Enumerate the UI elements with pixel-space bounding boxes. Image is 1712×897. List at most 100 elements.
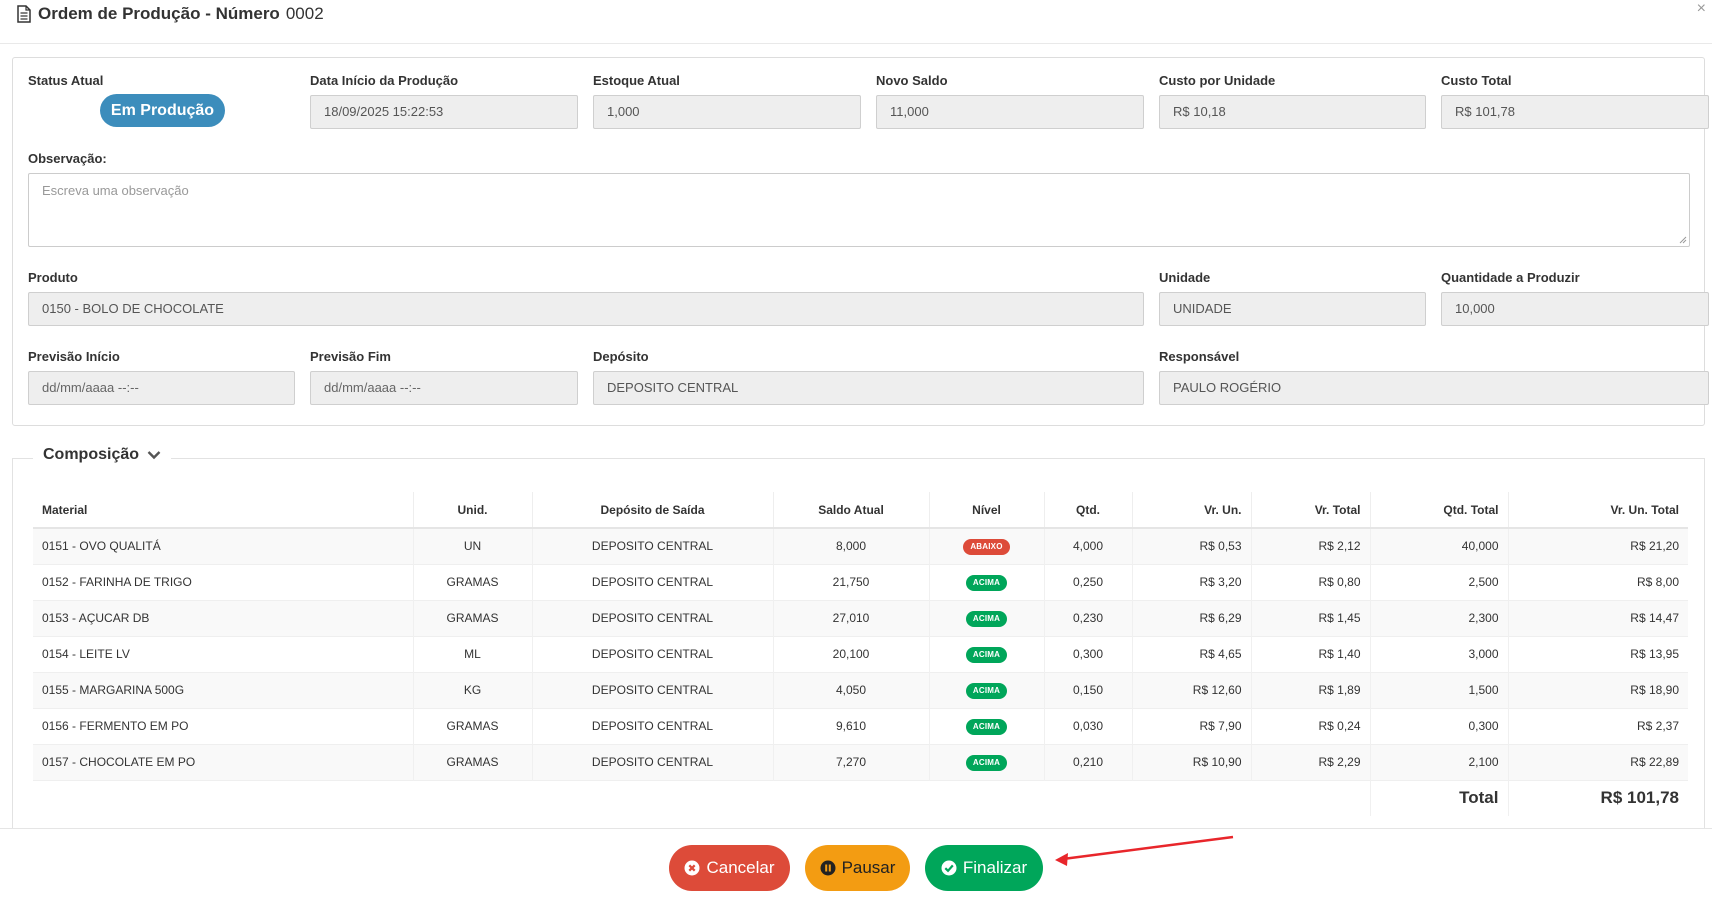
cell-qty: 0,030 [1044,707,1133,744]
status-badge: Em Produção [100,94,225,127]
level-badge: ACIMA [965,610,1008,627]
col-material[interactable]: Material [33,492,414,529]
document-icon [17,5,31,23]
cell-unit-value: R$ 0,53 [1132,527,1252,564]
cell-total-value: R$ 1,45 [1251,599,1371,636]
deposit-label: Depósito [593,349,649,364]
cell-unit: KG [413,671,533,708]
unit-cost-field[interactable]: R$ 10,18 [1159,95,1426,129]
observation-textarea[interactable]: Escreva uma observação [28,173,1690,247]
cell-qty-total: 2,300 [1370,599,1509,636]
cell-balance: 9,610 [773,707,930,744]
stock-field[interactable]: 1,000 [593,95,861,129]
modal-title: Ordem de Produção - Número 0002 [16,4,324,24]
cell-deposit: DEPOSITO CENTRAL [532,671,774,708]
order-details-panel: Status Atual Em Produção Data Início da … [12,57,1709,426]
cell-unit-total: R$ 22,89 [1508,743,1688,780]
cell-unit: GRAMAS [413,599,533,636]
table-row: 0151 - OVO QUALITÁ UN DEPOSITO CENTRAL 8… [33,527,1688,564]
close-icon[interactable]: × [1697,0,1706,18]
col-level[interactable]: Nível [929,492,1045,529]
forecast-end-field[interactable]: dd/mm/aaaa --:-- [310,371,578,405]
cell-material: 0156 - FERMENTO EM PO [33,707,414,744]
start-date-field[interactable]: 18/09/2025 15:22:53 [310,95,578,129]
composition-border-right [1704,458,1705,830]
cell-level: ACIMA [929,743,1045,780]
cancel-button[interactable]: Cancelar [669,845,790,891]
pause-circle-icon [820,860,836,876]
product-field[interactable]: 0150 - BOLO DE CHOCOLATE [28,292,1144,326]
finish-button[interactable]: Finalizar [925,845,1043,891]
cell-material: 0154 - LEITE LV [33,635,414,672]
col-unit[interactable]: Unid. [413,492,533,529]
cell-unit-total: R$ 21,20 [1508,527,1688,564]
quantity-field[interactable]: 10,000 [1441,292,1709,326]
col-unit-total[interactable]: Vr. Un. Total [1508,492,1688,529]
total-value: R$ 101,78 [1508,779,1688,816]
cell-unit-value: R$ 4,65 [1132,635,1252,672]
modal-header: Ordem de Produção - Número 0002 × [0,0,1712,44]
responsible-field[interactable]: PAULO ROGÉRIO [1159,371,1709,405]
level-badge: ABAIXO [963,538,1010,555]
col-unit-value[interactable]: Vr. Un. [1132,492,1252,529]
cell-unit: ML [413,635,533,672]
table-row: 0152 - FARINHA DE TRIGO GRAMAS DEPOSITO … [33,563,1688,600]
cell-qty: 0,150 [1044,671,1133,708]
cell-balance: 20,100 [773,635,930,672]
cell-total-value: R$ 1,40 [1251,635,1371,672]
unit-field[interactable]: UNIDADE [1159,292,1426,326]
forecast-start-label: Previsão Início [28,349,120,364]
cell-qty: 0,250 [1044,563,1133,600]
cell-qty-total: 2,100 [1370,743,1509,780]
cell-total-value: R$ 2,29 [1251,743,1371,780]
times-circle-icon [684,860,700,876]
unit-label: Unidade [1159,270,1211,285]
finish-button-label: Finalizar [962,858,1028,877]
col-total-value[interactable]: Vr. Total [1251,492,1371,529]
col-qty[interactable]: Qtd. [1044,492,1133,529]
cell-material: 0152 - FARINHA DE TRIGO [33,563,414,600]
pause-button[interactable]: Pausar [805,845,910,891]
table-row: 0155 - MARGARINA 500G KG DEPOSITO CENTRA… [33,671,1688,708]
cell-qty: 0,230 [1044,599,1133,636]
level-badge: ACIMA [965,574,1008,591]
composition-toggle[interactable]: Composição [33,446,172,464]
cell-unit-total: R$ 2,37 [1508,707,1688,744]
cell-level: ACIMA [929,707,1045,744]
cell-unit-value: R$ 12,60 [1132,671,1252,708]
product-label: Produto [28,270,78,285]
cell-material: 0151 - OVO QUALITÁ [33,527,414,564]
col-deposit[interactable]: Depósito de Saída [532,492,774,529]
order-number: 0002 [285,4,324,23]
cell-unit-total: R$ 13,95 [1508,635,1688,672]
cell-balance: 27,010 [773,599,930,636]
quantity-label: Quantidade a Produzir [1441,270,1580,285]
forecast-end-label: Previsão Fim [310,349,391,364]
observation-placeholder: Escreva uma observação [42,183,189,198]
deposit-field[interactable]: DEPOSITO CENTRAL [593,371,1144,405]
table-row: 0153 - AÇUCAR DB GRAMAS DEPOSITO CENTRAL… [33,599,1688,636]
forecast-start-field[interactable]: dd/mm/aaaa --:-- [28,371,295,405]
chevron-down-icon [147,451,161,460]
composition-table: Material Unid. Depósito de Saída Saldo A… [33,492,1688,816]
cell-qty-total: 0,300 [1370,707,1509,744]
composition-border-left [12,458,13,830]
cell-unit: GRAMAS [413,707,533,744]
cell-unit-total: R$ 18,90 [1508,671,1688,708]
cell-material: 0157 - CHOCOLATE EM PO [33,743,414,780]
resize-grip-icon[interactable] [1679,236,1687,244]
cell-deposit: DEPOSITO CENTRAL [532,563,774,600]
col-qty-total[interactable]: Qtd. Total [1370,492,1509,529]
table-total-row: Total R$ 101,78 [33,779,1688,816]
table-row: 0156 - FERMENTO EM PO GRAMAS DEPOSITO CE… [33,707,1688,744]
annotation-arrow-icon [1055,835,1234,866]
cell-balance: 7,270 [773,743,930,780]
cell-qty-total: 2,500 [1370,563,1509,600]
cell-balance: 4,050 [773,671,930,708]
new-balance-field[interactable]: 11,000 [876,95,1144,129]
col-balance[interactable]: Saldo Atual [773,492,930,529]
total-cost-field[interactable]: R$ 101,78 [1441,95,1709,129]
cell-deposit: DEPOSITO CENTRAL [532,743,774,780]
cell-qty-total: 3,000 [1370,635,1509,672]
table-row: 0157 - CHOCOLATE EM PO GRAMAS DEPOSITO C… [33,743,1688,780]
